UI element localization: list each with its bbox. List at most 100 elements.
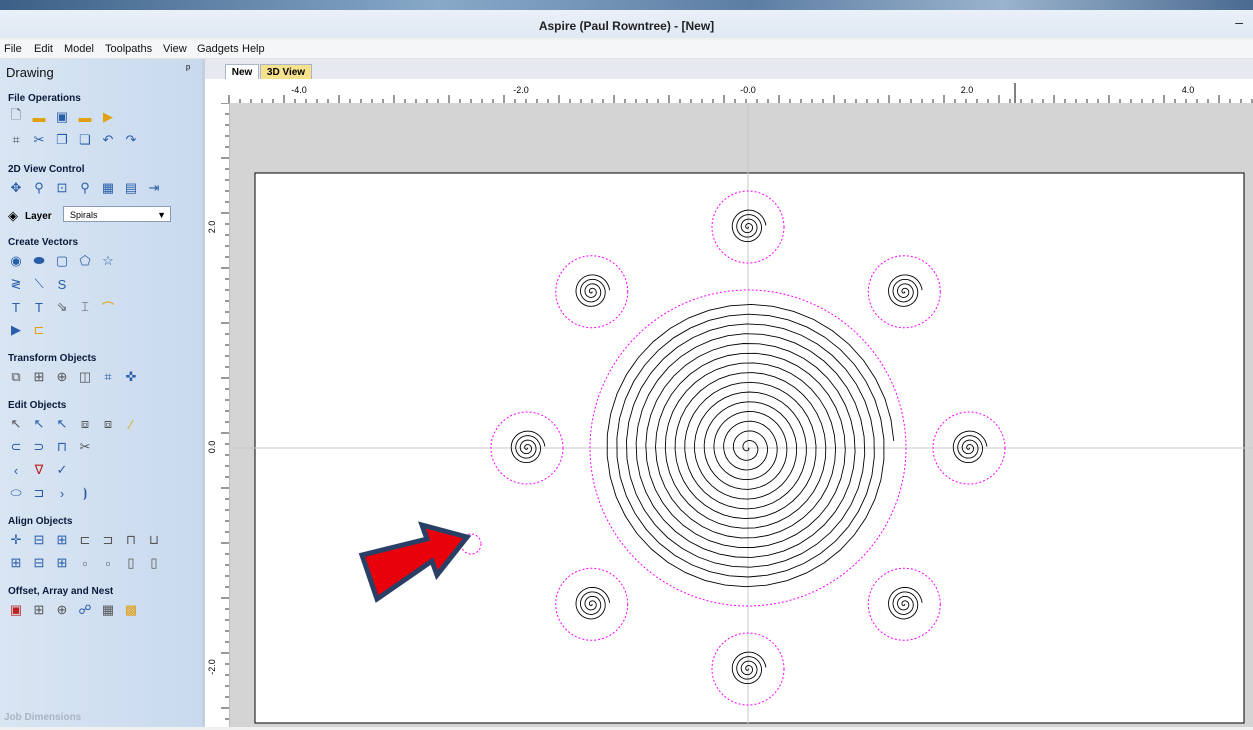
subtract-icon[interactable]: ⊃	[31, 439, 47, 455]
bridge-icon[interactable]: ⦘	[77, 485, 93, 501]
ruler-top-label: -0.0	[740, 85, 756, 95]
copy-along-vector-icon[interactable]: ☍	[77, 602, 93, 618]
import-icon[interactable]: ▶	[100, 109, 116, 125]
align-right-icon[interactable]: ⊐	[100, 532, 116, 548]
tab-new[interactable]: New	[225, 64, 259, 80]
menu-edit[interactable]: Edit	[34, 43, 53, 55]
menu-toolpaths[interactable]: Toolpaths	[105, 43, 152, 55]
save-as-icon[interactable]: ▬	[77, 109, 93, 125]
h-center-material-icon[interactable]: ⊟	[31, 555, 47, 571]
text-on-curve-icon[interactable]: ⇘	[54, 299, 70, 315]
move-icon[interactable]: ⧉	[8, 369, 24, 385]
zoom-fit-icon[interactable]: ⊡	[54, 180, 70, 196]
paste-icon[interactable]: ❏	[77, 132, 93, 148]
select-all-icon[interactable]: ⌗	[8, 132, 24, 148]
copy-icon[interactable]: ❐	[54, 132, 70, 148]
pin-icon[interactable]: ᵖ	[186, 63, 190, 75]
drawing-view[interactable]: -4.0 -2.0 -0.0 2.0 4.0 2.0 0.0 -2.0	[205, 79, 1253, 727]
close-vector-icon[interactable]: ⊐	[31, 485, 47, 501]
trim-icon[interactable]: ✂	[77, 439, 93, 455]
smooth-icon[interactable]: ∇	[31, 462, 47, 478]
offset-icon[interactable]: ▣	[8, 602, 24, 618]
view-split-icon[interactable]: ▤	[123, 180, 139, 196]
rectangle-icon[interactable]: ▢	[54, 253, 70, 269]
join-icon[interactable]: ⬭	[8, 485, 24, 501]
rotate-icon[interactable]: ⊕	[54, 369, 70, 385]
mirror-icon[interactable]: ◫	[77, 369, 93, 385]
curve-icon[interactable]: S	[54, 276, 70, 292]
cut-icon[interactable]: ✂	[31, 132, 47, 148]
ruler-top-label: 2.0	[961, 85, 974, 95]
view-exit-icon[interactable]: ⇥	[146, 180, 162, 196]
nest-parts-icon[interactable]: ▩	[123, 602, 139, 618]
array-copy-icon[interactable]: ⊞	[31, 602, 47, 618]
minimize-button[interactable]: –	[1235, 14, 1243, 30]
space-h2-icon[interactable]: ▫	[100, 555, 116, 571]
circle-icon[interactable]: ◉	[8, 253, 24, 269]
nest-icon[interactable]: ▦	[100, 602, 116, 618]
layer-value: Spirals	[70, 210, 98, 220]
ellipse-icon[interactable]: ⬬	[31, 253, 47, 269]
open-folder-icon[interactable]: ▬	[31, 109, 47, 125]
zoom-icon[interactable]: ⚲	[31, 180, 47, 196]
arc-icon[interactable]: ⟍	[31, 276, 47, 292]
window-title: Aspire (Paul Rowntree) - [New]	[538, 19, 715, 33]
align-left-icon[interactable]: ⊏	[77, 532, 93, 548]
star-icon[interactable]: ☆	[100, 253, 116, 269]
v-center-material-icon[interactable]: ⊞	[54, 555, 70, 571]
node-edit-icon[interactable]: ↖	[31, 416, 47, 432]
drawing-canvas[interactable]	[229, 103, 1253, 727]
menu-view[interactable]: View	[163, 43, 187, 55]
layer-label: Layer	[25, 211, 52, 222]
fillet-icon[interactable]: ‹	[8, 462, 24, 478]
group-icon[interactable]: ⧈	[77, 416, 93, 432]
menu-help[interactable]: Help	[242, 43, 265, 55]
space-v-icon[interactable]: ▯	[123, 555, 139, 571]
pan-icon[interactable]: ✥	[8, 180, 24, 196]
intersect-icon[interactable]: ⊓	[54, 439, 70, 455]
space-v2-icon[interactable]: ▯	[146, 555, 162, 571]
arc-text-icon[interactable]: ⌒	[100, 299, 116, 316]
extend-icon[interactable]: ✓	[54, 462, 70, 478]
zoom-box-icon[interactable]: ⚲	[77, 180, 93, 196]
distort-icon[interactable]: ⌗	[100, 369, 116, 385]
text-block-icon[interactable]: T	[31, 299, 47, 315]
tab-3d-view[interactable]: 3D View	[260, 64, 312, 80]
align-bottom-icon[interactable]: ⊔	[146, 532, 162, 548]
curve-fit-icon[interactable]: ›	[54, 485, 70, 501]
dimension-icon[interactable]: ▶	[8, 322, 24, 338]
ruler-left: 2.0 0.0 -2.0	[205, 102, 230, 727]
node-add-icon[interactable]: ↖	[54, 416, 70, 432]
select-icon[interactable]: ↖	[8, 416, 24, 432]
undo-icon[interactable]: ↶	[100, 132, 116, 148]
menu-file[interactable]: File	[4, 43, 22, 55]
layer-dropdown[interactable]: Spirals ▼	[63, 206, 171, 222]
menu-model[interactable]: Model	[64, 43, 94, 55]
measure-icon[interactable]: ⊏	[31, 322, 47, 338]
space-h-icon[interactable]: ▫	[77, 555, 93, 571]
auto-layout-text-icon[interactable]: ⌶	[77, 299, 93, 315]
weld-icon[interactable]: ⊂	[8, 439, 24, 455]
polyline-icon[interactable]: ≷	[8, 276, 24, 292]
wand-icon[interactable]: ⁄	[123, 416, 139, 432]
circular-array-icon[interactable]: ⊕	[54, 602, 70, 618]
save-icon[interactable]: ▣	[54, 109, 70, 125]
job-dimensions-header[interactable]: Job Dimensions	[4, 712, 81, 723]
align-v-center-icon[interactable]: ⊞	[54, 532, 70, 548]
polygon-icon[interactable]: ⬠	[77, 253, 93, 269]
scale-icon[interactable]: ⊞	[31, 369, 47, 385]
center-icon[interactable]: ✜	[123, 369, 139, 385]
view-grid-icon[interactable]: ▦	[100, 180, 116, 196]
new-file-icon[interactable]: 🗋	[8, 107, 24, 125]
redo-icon[interactable]: ↷	[123, 132, 139, 148]
menu-gadgets[interactable]: Gadgets	[197, 43, 239, 55]
text-icon[interactable]: T	[8, 299, 24, 315]
align-top-icon[interactable]: ⊓	[123, 532, 139, 548]
ruler-left-ticks	[221, 102, 229, 720]
section-align-objects: Align Objects	[8, 516, 73, 527]
align-h-center-icon[interactable]: ⊟	[31, 532, 47, 548]
ungroup-icon[interactable]: ⧈	[100, 416, 116, 432]
ruler-top-label: -4.0	[291, 85, 307, 95]
align-center-icon[interactable]: ✛	[8, 532, 24, 548]
center-in-material-icon[interactable]: ⊞	[8, 555, 24, 571]
